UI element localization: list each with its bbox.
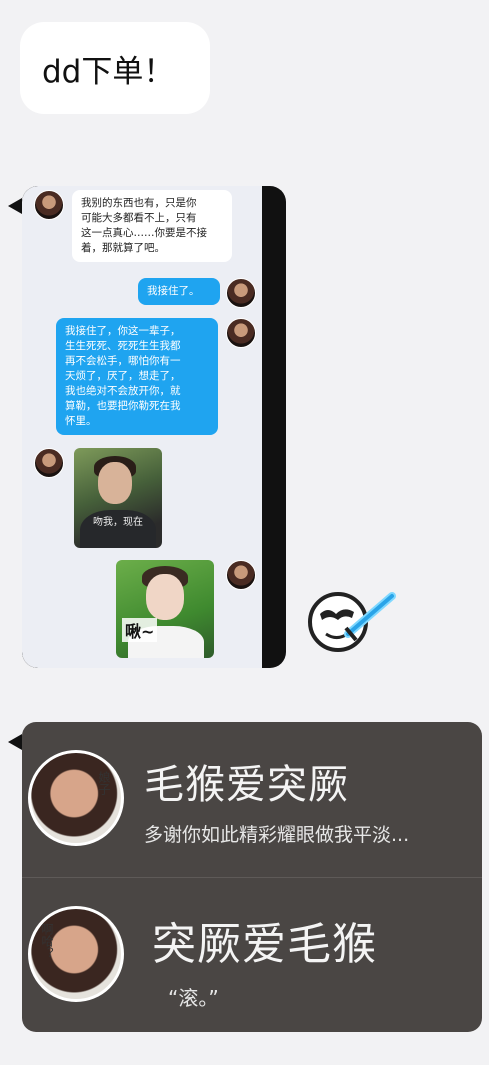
contact-name: 突厥爱毛猴 [152, 919, 377, 970]
sunglasses-emoji-icon[interactable] [304, 584, 404, 654]
contact-name: 毛猴爱突厥 [144, 762, 349, 808]
chat-message-received: 我别的东西也有，只是你 可能大多都看不上，只有 这一点真心……你要是不接 着，那… [72, 190, 232, 262]
message-text: dd下单！ [42, 53, 175, 90]
chat-message-sent: 我接住了。 [138, 278, 220, 305]
chat-screenshot-bubble[interactable]: 我别的东西也有，只是你 可能大多都看不上，只有 这一点真心……你要是不接 着，那… [22, 186, 286, 668]
chat-message-sent: 我接住了，你这一辈子， 生生死死、死死生生我都 再不会松手，哪怕你有一 天烦了，… [56, 318, 218, 435]
contact-row[interactable]: 啊哈？ 突厥爱毛猴 “滚。” [22, 878, 482, 1032]
contact-subtitle: 多谢你如此精彩耀眼做我平淡... [144, 824, 410, 846]
photo-caption: 吻我，现在 [93, 517, 143, 528]
avatar-tag: 啊哈？ [40, 923, 54, 959]
photo-caption: 啾~ [122, 618, 158, 642]
avatar: 啊哈？ [28, 906, 124, 1002]
photo-subject-face [146, 574, 184, 620]
photo-message[interactable]: 啾~ [116, 560, 214, 658]
photo-message[interactable]: 吻我，现在 [74, 448, 162, 548]
chat-screenshot-content: 我别的东西也有，只是你 可能大多都看不上，只有 这一点真心……你要是不接 着，那… [22, 186, 262, 668]
avatar [34, 448, 64, 478]
bubble-tail [8, 734, 22, 750]
contacts-card[interactable]: 娘子 毛猴爱突厥 多谢你如此精彩耀眼做我平淡... 啊哈？ 突厥爱毛猴 “滚。” [22, 722, 482, 1032]
contact-row[interactable]: 娘子 毛猴爱突厥 多谢你如此精彩耀眼做我平淡... [22, 722, 482, 877]
avatar: 娘子 [28, 750, 124, 846]
avatar-tag: 娘子 [97, 771, 111, 795]
text-message-bubble[interactable]: dd下单！ [20, 22, 210, 114]
avatar [34, 190, 64, 220]
avatar [226, 560, 256, 590]
photo-subject-face [98, 462, 132, 504]
avatar [226, 278, 256, 308]
bubble-tail [8, 198, 22, 214]
avatar [226, 318, 256, 348]
contact-subtitle: “滚。” [168, 986, 219, 1010]
